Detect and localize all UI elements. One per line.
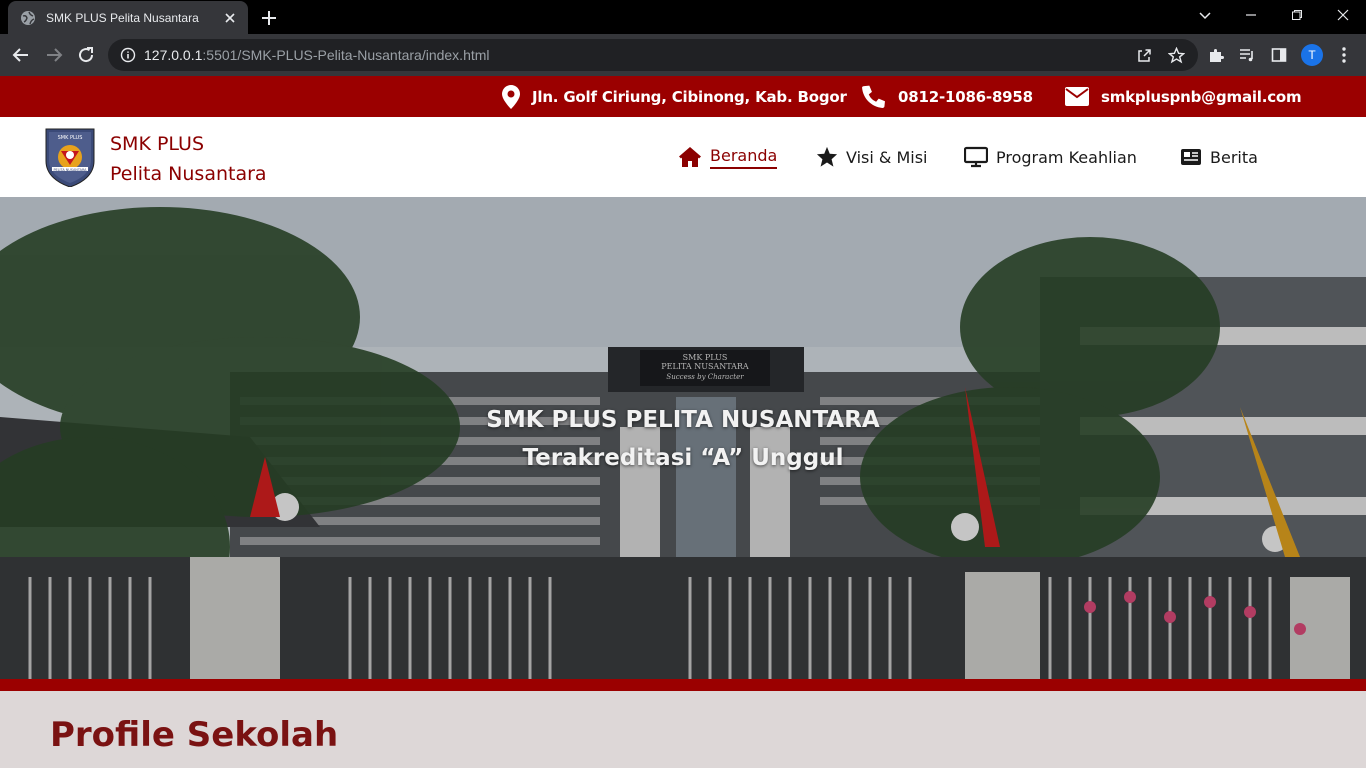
- school-building-photo: SMK PLUS PELITA NUSANTARA Success by Cha…: [0, 197, 1366, 679]
- close-tab-icon[interactable]: [222, 10, 238, 26]
- forward-button[interactable]: [41, 42, 67, 68]
- globe-icon: [21, 10, 35, 25]
- phone-icon: [862, 85, 885, 108]
- star-outline-icon: [1167, 46, 1185, 63]
- phone-text: 0812-1086-8958: [898, 87, 1033, 106]
- email-info: smkpluspnb@gmail.com: [1065, 76, 1302, 117]
- phone-info: 0812-1086-8958: [861, 76, 1033, 117]
- restore-button[interactable]: [1274, 0, 1320, 30]
- side-panel-icon: [1271, 48, 1287, 62]
- nav-item-visi-misi[interactable]: Visi & Misi: [816, 143, 928, 171]
- tab-title: SMK PLUS Pelita Nusantara: [46, 10, 199, 25]
- menu-button[interactable]: [1331, 42, 1357, 68]
- arrow-right-icon: [47, 48, 63, 62]
- svg-text:SMK PLUS: SMK PLUS: [58, 135, 83, 141]
- nav-item-beranda[interactable]: Beranda: [678, 143, 778, 171]
- section-title: Profile Sekolah: [50, 715, 339, 755]
- bookmark-button[interactable]: [1163, 42, 1189, 68]
- reload-icon: [79, 47, 94, 63]
- address-bar[interactable]: 127.0.0.1:5501/SMK-PLUS-Pelita-Nusantara…: [108, 39, 1198, 71]
- arrow-left-icon: [12, 48, 28, 62]
- contact-topbar: Jln. Golf Ciriung, Cibinong, Kab. Bogor …: [0, 76, 1366, 117]
- profile-avatar[interactable]: T: [1301, 44, 1323, 66]
- nav-label: Visi & Misi: [846, 147, 928, 167]
- minimize-icon: [1246, 14, 1256, 16]
- monitor-icon: [964, 146, 988, 168]
- hero-banner: SMK PLUS PELITA NUSANTARA Success by Cha…: [0, 197, 1366, 679]
- nav-label: Berita: [1210, 147, 1258, 167]
- svg-text:PELITA NUSANTARA: PELITA NUSANTARA: [53, 168, 87, 172]
- hero-bottom-divider: [0, 679, 1366, 691]
- hero-title: SMK PLUS PELITA NUSANTARA: [486, 407, 880, 433]
- email-text: smkpluspnb@gmail.com: [1101, 87, 1302, 106]
- main-navbar: SMK PLUS PELITA NUSANTARA SMK PLUS Pelit…: [0, 117, 1366, 197]
- address-info: Jln. Golf Ciriung, Cibinong, Kab. Bogor: [502, 76, 847, 117]
- hero-subtitle: Terakreditasi “A” Unggul: [522, 445, 844, 471]
- nav-item-program-keahlian[interactable]: Program Keahlian: [964, 143, 1137, 171]
- url-text: 127.0.0.1:5501/SMK-PLUS-Pelita-Nusantara…: [144, 47, 490, 63]
- new-tab-icon[interactable]: [258, 7, 280, 29]
- chevron-down-icon: [1199, 12, 1211, 20]
- nav-label: Program Keahlian: [996, 147, 1137, 167]
- minimize-button[interactable]: [1228, 0, 1274, 30]
- side-panel-button[interactable]: [1266, 42, 1292, 68]
- tab-search-button[interactable]: [1182, 0, 1228, 30]
- brand-name[interactable]: SMK PLUS Pelita Nusantara: [110, 129, 267, 189]
- share-button[interactable]: [1131, 42, 1157, 68]
- location-pin-icon: [502, 84, 520, 109]
- info-icon[interactable]: [120, 47, 136, 63]
- address-text: Jln. Golf Ciriung, Cibinong, Kab. Bogor: [532, 87, 847, 106]
- star-icon: [816, 146, 838, 167]
- browser-toolbar: 127.0.0.1:5501/SMK-PLUS-Pelita-Nusantara…: [0, 34, 1366, 76]
- playlist-icon: [1240, 49, 1253, 62]
- kebab-menu-icon: [1342, 47, 1346, 63]
- home-icon: [679, 147, 701, 167]
- nav-label: Beranda: [710, 146, 778, 169]
- newspaper-icon: [1181, 149, 1201, 165]
- brand-line-2: Pelita Nusantara: [110, 163, 267, 185]
- envelope-icon: [1065, 87, 1089, 106]
- back-button[interactable]: [8, 42, 34, 68]
- restore-icon: [1292, 10, 1302, 20]
- share-icon: [1137, 48, 1151, 62]
- close-icon: [1337, 9, 1349, 21]
- puzzle-icon: [1209, 48, 1224, 62]
- browser-tabstrip: SMK PLUS Pelita Nusantara: [0, 0, 1366, 34]
- reload-button[interactable]: [73, 42, 99, 68]
- profile-section: Profile Sekolah: [0, 691, 1366, 768]
- extensions-button[interactable]: [1203, 42, 1229, 68]
- media-button[interactable]: [1234, 42, 1260, 68]
- browser-tab[interactable]: SMK PLUS Pelita Nusantara: [8, 1, 248, 34]
- school-logo[interactable]: SMK PLUS PELITA NUSANTARA: [44, 125, 96, 187]
- close-window-button[interactable]: [1320, 0, 1366, 30]
- nav-item-berita[interactable]: Berita: [1180, 143, 1258, 171]
- brand-line-1: SMK PLUS: [110, 133, 205, 155]
